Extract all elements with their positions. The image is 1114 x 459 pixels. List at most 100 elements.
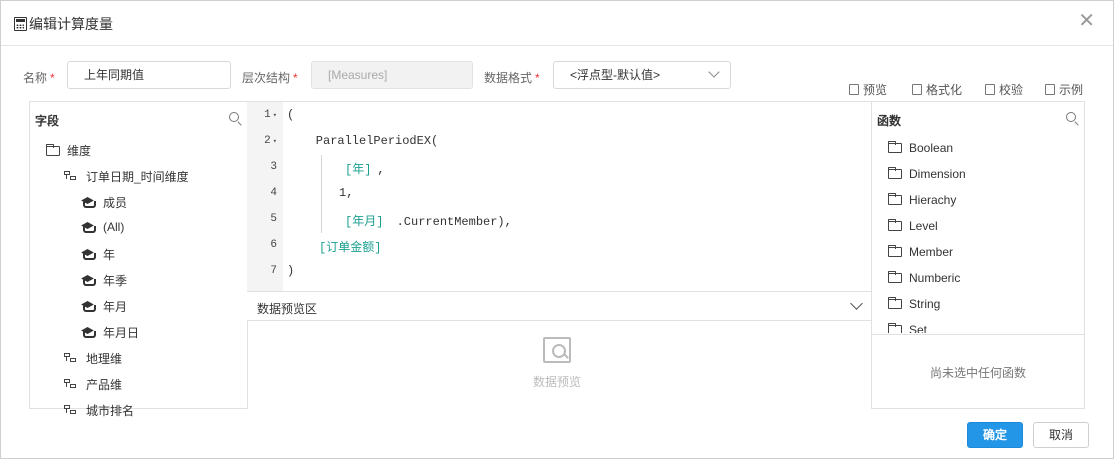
functions-header: 函数 [877,114,902,128]
code-line: [年月] .CurrentMember), [345,212,512,229]
tree-item-label: 城市排名 [86,404,135,418]
function-category[interactable]: Set [888,323,927,333]
ok-button[interactable]: 确定 [967,422,1023,448]
dialog-title-text: 编辑计算度量 [29,16,113,32]
name-input[interactable]: 上年同期值 [67,61,231,89]
code-editor[interactable]: 1 ▾(2 ▾ ParallelPeriodEX(3 [年], 4 1, 5 [年月] .Cu… [247,101,872,292]
validate-icon [985,84,995,95]
function-category[interactable]: Hierachy [888,193,956,207]
hierarchy-icon [64,352,77,365]
search-icon[interactable] [1066,112,1076,122]
function-empty-text: 尚未选中任何函数 [929,366,1026,380]
folder-icon [888,271,902,283]
line-number-text: 7 [270,265,277,277]
function-category-label: Dimension [909,167,966,181]
tree-item[interactable]: 成员 [82,194,127,211]
function-category[interactable]: Dimension [888,167,966,181]
line-number: 4 [247,187,277,199]
code-member: [年月] [345,215,384,229]
folder-icon [888,141,902,153]
dialog-titlebar: 编辑计算度量 ✕ [1,1,1113,46]
data-preview-area: 数据预览 [247,321,872,409]
code-line: ) [287,264,294,278]
preview-button[interactable]: 预览 [849,81,887,98]
tree-item[interactable]: 订单日期_时间维度 [64,168,189,185]
chevron-down-icon [708,66,720,78]
tree-item-label: 年 [103,248,116,262]
function-category-label: Numberic [909,271,961,285]
folder-icon [888,193,902,205]
hierarchy-icon [64,378,77,391]
code-member: [订单金额] [319,241,382,255]
folder-icon [888,323,902,333]
fields-panel: 字段 维度订单日期_时间维度成员 (All) 年年季年月年月日地理维产品维城市排名 [29,101,248,418]
chevron-down-icon[interactable] [850,297,863,310]
data-preview-icon [543,337,571,363]
validate-button[interactable]: 校验 [985,81,1023,98]
code-member: [年] [345,163,372,177]
line-number-text: 4 [270,187,277,199]
tree-item[interactable]: 年月日 [82,324,139,341]
fold-icon[interactable]: ▾ [273,138,277,146]
code-text: 1, [339,186,354,200]
line-number-text: 5 [270,213,277,225]
code-text: ParallelPeriodEX( [287,134,439,148]
code-text: .CurrentMember), [389,215,512,229]
tree-item[interactable]: 城市排名 [64,402,134,419]
function-category[interactable]: String [888,297,940,311]
tree-item-label: 产品维 [86,378,123,392]
data-preview-title: 数据预览区 [257,302,318,316]
layers-icon [82,222,94,233]
format-button[interactable]: 格式化 [912,81,962,98]
tree-item-label: 订单日期_时间维度 [86,170,189,184]
line-number: 1 ▾ [247,109,277,121]
fold-icon[interactable]: ▾ [273,112,277,120]
tree-item[interactable]: 年 [82,246,115,263]
preview-icon [849,84,859,95]
line-number-text: 1 [264,109,271,121]
folder-icon [888,219,902,231]
line-number: 3 [247,161,277,173]
code-text: ) [287,264,295,278]
code-line: 1, [339,186,353,200]
function-category-label: Level [909,219,938,233]
cancel-button[interactable]: 取消 [1033,422,1089,448]
tree-item[interactable]: (All) [82,220,124,234]
indent-guide [321,207,322,233]
data-preview-empty-text: 数据预览 [532,375,581,389]
code-text: , [377,163,385,177]
folder-icon [888,297,902,309]
line-number-text: 6 [270,239,277,251]
indent-guide [321,155,322,207]
format-select[interactable]: <浮点型-默认值> [553,61,731,89]
layers-icon [82,327,94,338]
function-category[interactable]: Boolean [888,141,953,155]
data-preview-header[interactable]: 数据预览区 [247,291,872,321]
code-text: ( [287,108,295,122]
fields-header: 字段 [35,114,60,128]
tree-item[interactable]: 维度 [46,142,91,159]
function-category[interactable]: Level [888,219,938,233]
tree-item[interactable]: 产品维 [64,376,122,393]
function-category-label: String [909,297,941,311]
calculated-measure-dialog: 编辑计算度量 ✕ 名称 * 上年同期值 层次结构 * [Measures] 数据格式… [0,0,1114,459]
line-number-text: 3 [270,161,277,173]
layers-icon [82,249,94,260]
line-number: 2 ▾ [247,135,277,147]
line-number: 5 [247,213,277,225]
layers-icon [82,197,94,208]
function-category[interactable]: Member [888,245,953,259]
hierarchy-icon [64,170,77,183]
tree-item[interactable]: 地理维 [64,350,122,367]
code-line: ParallelPeriodEX( [287,134,438,148]
tree-item-label: 年月日 [103,326,140,340]
code-line: ( [287,108,294,122]
tree-item[interactable]: 年季 [82,272,127,289]
close-icon[interactable]: ✕ [1078,11,1095,31]
search-icon[interactable] [229,112,239,122]
function-category[interactable]: Numberic [888,271,960,285]
tree-item[interactable]: 年月 [82,298,127,315]
example-button[interactable]: 示例 [1045,81,1083,98]
format-icon [912,84,922,95]
format-select-value: <浮点型-默认值> [570,68,661,82]
